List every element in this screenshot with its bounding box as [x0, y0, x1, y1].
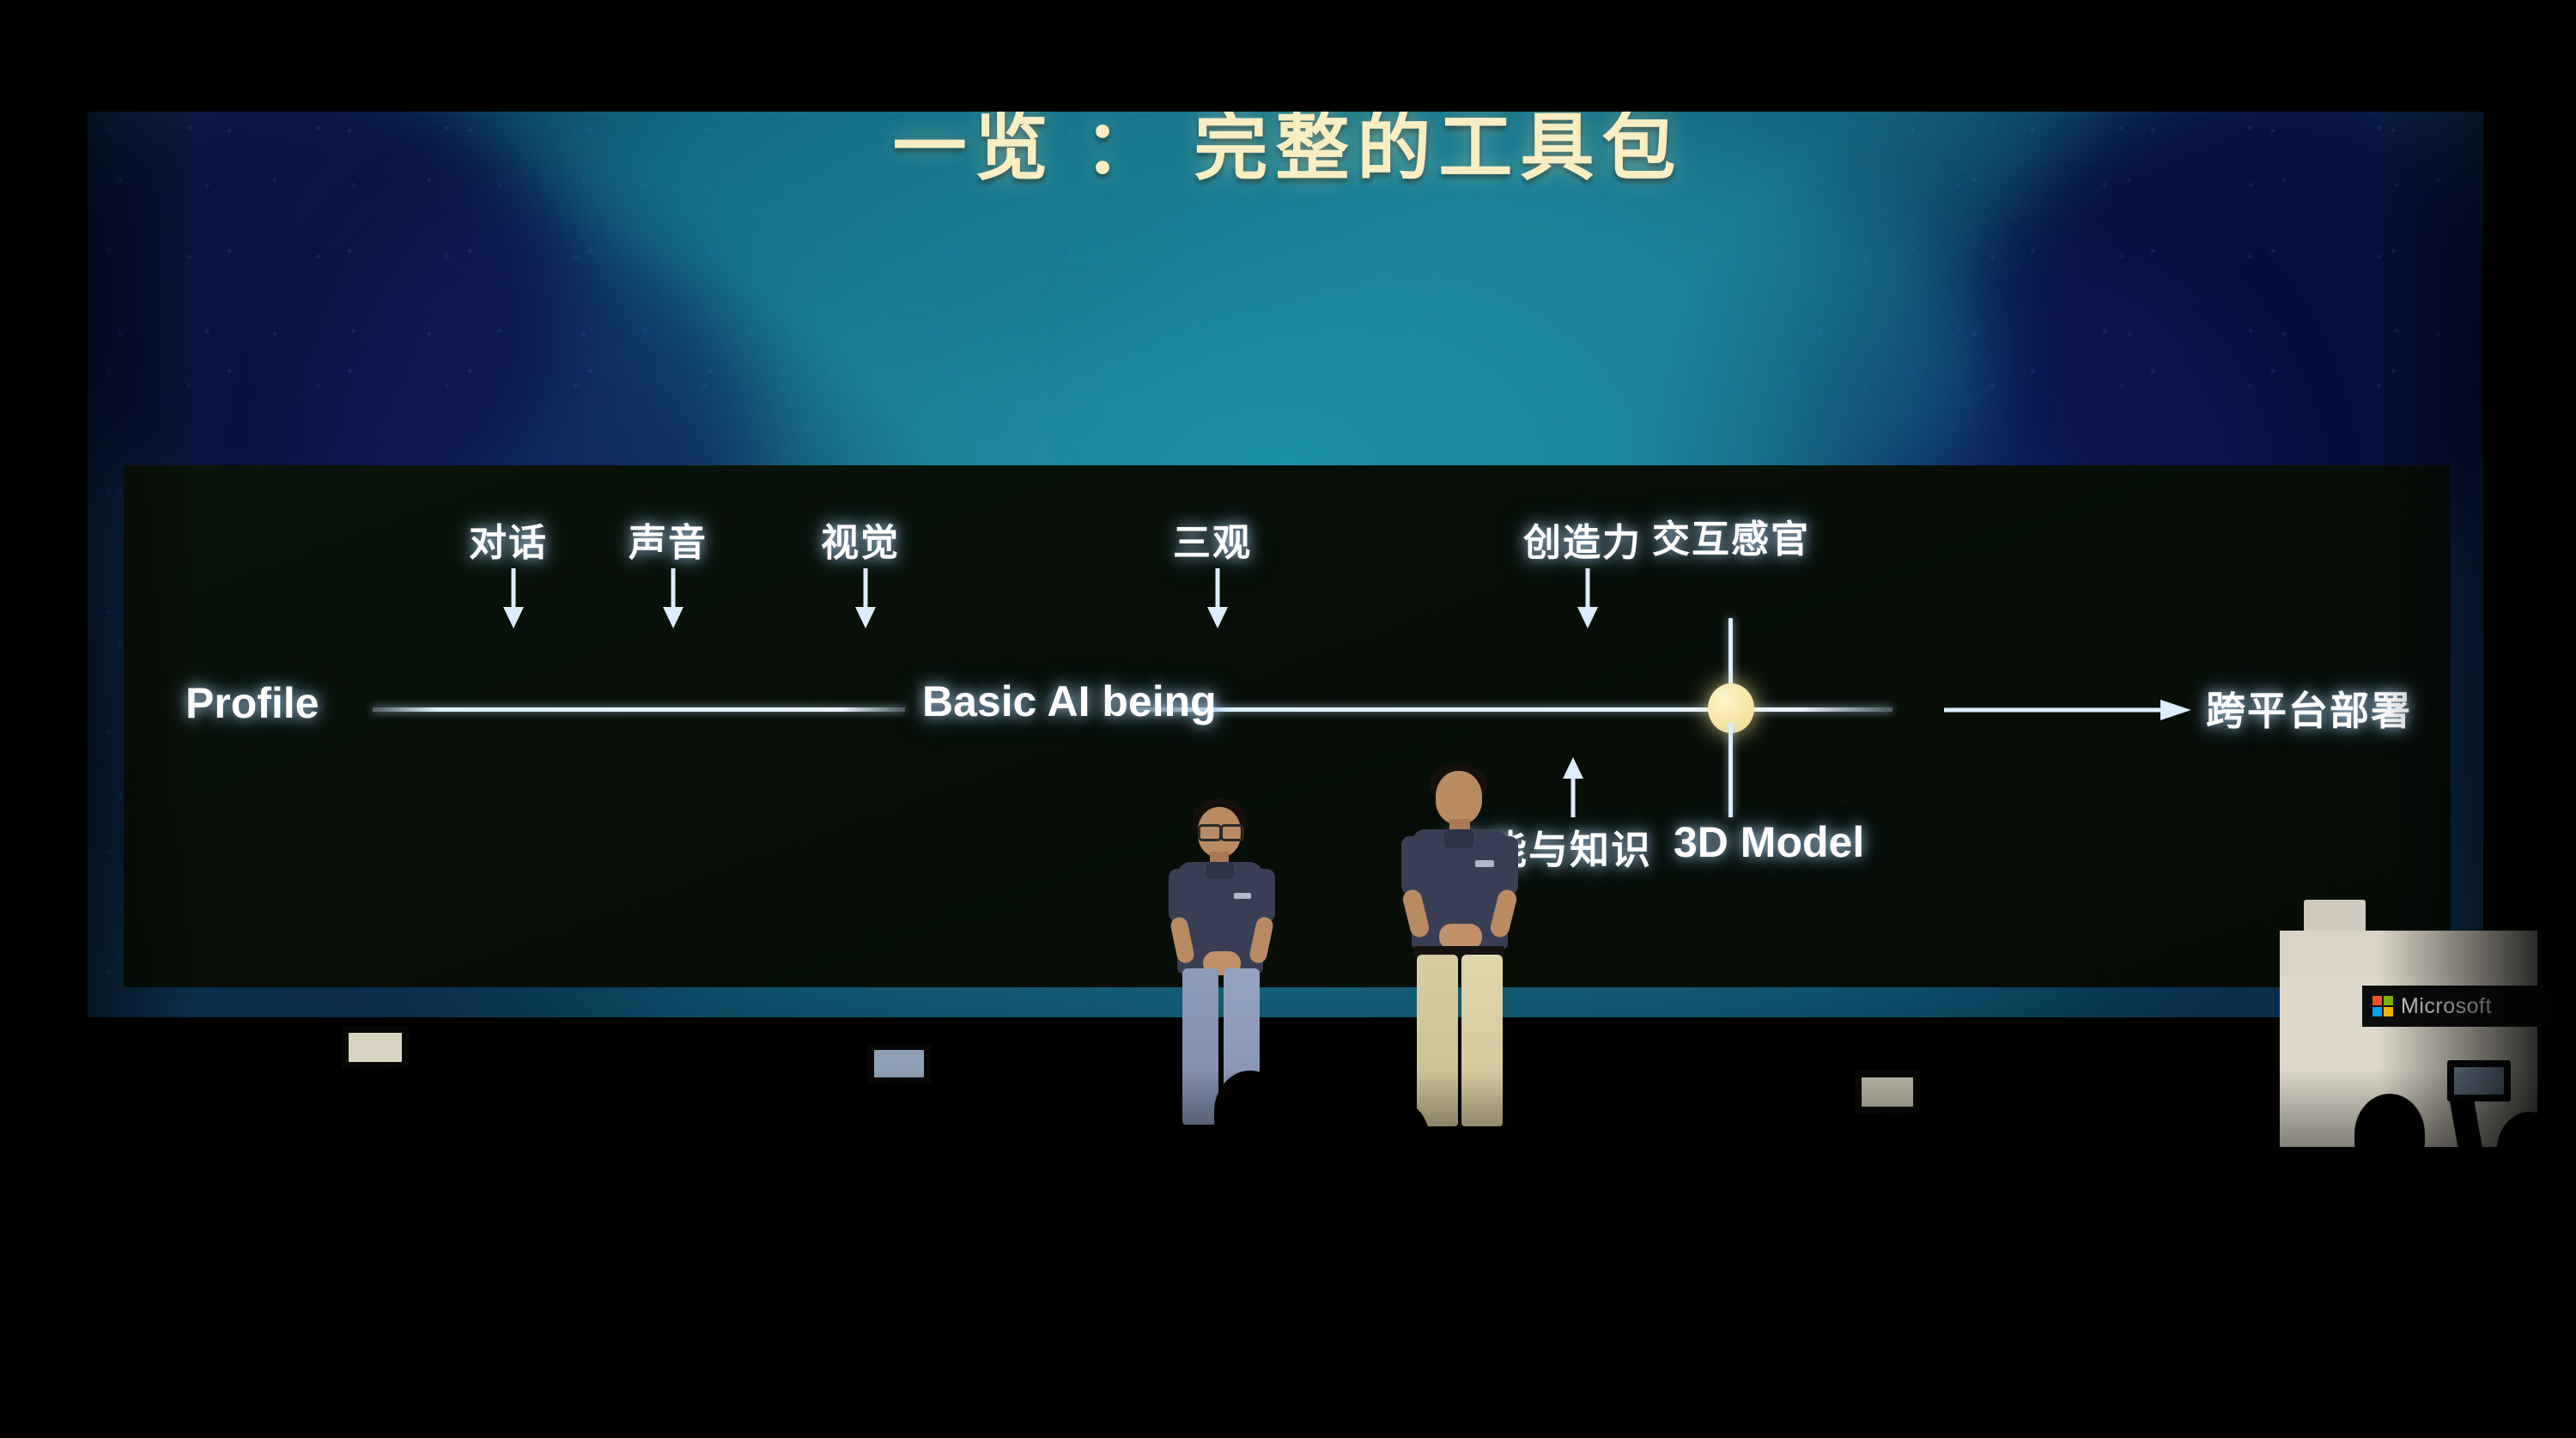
raised-arm — [883, 1071, 920, 1186]
camera-screen — [1862, 1077, 1913, 1107]
node-vertical-line-lower — [1728, 723, 1733, 817]
audience-silhouettes — [0, 889, 2576, 1438]
shirt-collar — [1444, 829, 1473, 848]
audience-head — [1504, 1083, 1575, 1163]
audience-member — [1327, 1155, 1464, 1438]
glasses-right-lens — [1220, 824, 1244, 841]
arrow-down-creativity — [1573, 568, 1602, 630]
audience-head — [404, 1086, 472, 1165]
top-label-interaction-senses: 交互感官 — [1652, 519, 1810, 561]
sleeve-right — [1494, 836, 1518, 895]
slide-title-english: Avatar Framework — [1068, 18, 1508, 74]
arrow-down-dialogue — [499, 568, 528, 630]
top-label-creativity: 创造力 — [1523, 522, 1642, 564]
bottom-label-3d-model: 3D Model — [1674, 818, 1865, 866]
audience-member — [2164, 1136, 2310, 1438]
audience-head — [2354, 1094, 2425, 1174]
audience-member — [1614, 1165, 1747, 1438]
glasses-left-lens — [1198, 824, 1222, 841]
audience-member — [2464, 1163, 2576, 1438]
shirt-logo — [1475, 860, 1494, 867]
conference-stage-photo: Avatar Framework 一览 ： 完整的工具包 Profile Bas… — [0, 0, 2576, 1438]
audience-member — [1176, 1129, 1322, 1438]
arrow-right-to-deployment — [1944, 695, 2193, 725]
audience-member — [773, 1168, 902, 1438]
head — [1436, 771, 1482, 824]
audience-head — [2057, 1100, 2125, 1179]
audience-head — [1361, 1100, 1430, 1179]
audience-head — [671, 1081, 742, 1162]
phone-screen — [349, 1033, 402, 1062]
audience-member — [635, 1138, 777, 1438]
audience-member — [258, 1155, 386, 1438]
top-label-vision: 视觉 — [821, 522, 900, 564]
audience-head — [936, 1091, 1005, 1170]
audience-member — [369, 1142, 507, 1438]
audience-member — [1889, 1170, 2018, 1438]
audience-member — [1043, 1159, 1176, 1438]
audience-member — [507, 1163, 640, 1438]
arrow-down-worldview — [1203, 568, 1232, 630]
audience-member — [902, 1146, 1039, 1438]
spine-line-segment-1 — [373, 707, 905, 712]
node-label-cross-platform-deployment: 跨平台部署 — [2206, 689, 2412, 733]
top-label-worldview: 三观 — [1173, 522, 1252, 564]
audience-head — [2202, 1077, 2274, 1160]
arrow-down-voice — [659, 568, 688, 630]
audience-member — [1747, 1146, 1889, 1438]
node-label-profile: Profile — [185, 679, 319, 727]
audience-head — [805, 1115, 871, 1191]
raised-arm — [1869, 1101, 1909, 1208]
audience-head — [1922, 1119, 1987, 1194]
top-label-voice: 声音 — [629, 522, 708, 564]
audience-head — [539, 1110, 606, 1187]
audience-head — [1214, 1071, 1286, 1153]
node-label-basic-ai-being: Basic AI being — [922, 677, 1217, 725]
audience-head — [1783, 1089, 1854, 1170]
phone-screen — [2454, 1067, 2504, 1095]
slide-title-block: Avatar Framework 一览 ： 完整的工具包 — [0, 17, 2576, 194]
audience-member — [2022, 1155, 2160, 1438]
audience-head — [1647, 1112, 1714, 1189]
audience-member — [146, 1189, 266, 1438]
slide-title-chinese: 一览 ： 完整的工具包 — [892, 106, 1684, 189]
sleeve-left — [1401, 836, 1425, 895]
raised-arm — [2448, 1089, 2491, 1199]
top-label-dialogue: 对话 — [469, 522, 548, 564]
phone-screen — [874, 1050, 924, 1077]
shirt-collar — [1206, 862, 1234, 879]
audience-head — [175, 1139, 239, 1213]
arrow-down-vision — [851, 568, 880, 630]
raised-arm — [344, 1059, 389, 1182]
audience-member — [52, 1223, 163, 1438]
audience-head — [2497, 1112, 2562, 1187]
audience-head — [79, 1177, 137, 1246]
spine-line-segment-2 — [1137, 707, 1893, 712]
audience-member — [2318, 1150, 2460, 1438]
audience-member — [1468, 1139, 1610, 1438]
audience-head — [1077, 1106, 1144, 1183]
arrow-up-skills-knowledge — [1558, 755, 1588, 817]
